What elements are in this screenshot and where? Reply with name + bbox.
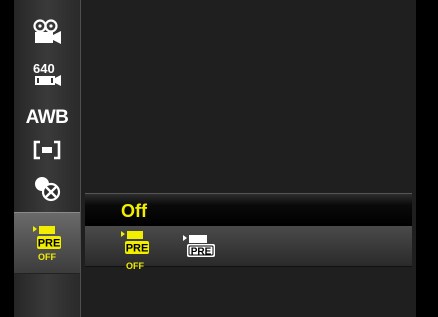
- choice-pre-record-off[interactable]: PRE OFF: [113, 230, 157, 271]
- effect-off-icon: [32, 174, 62, 202]
- sidebar-item-pre-record[interactable]: PRE OFF: [14, 212, 80, 274]
- metering-icon: [33, 140, 61, 160]
- option-choices: PRE OFF PRE: [85, 226, 412, 271]
- pre-label: PRE: [126, 243, 149, 255]
- pre-record-on-icon: PRE: [179, 234, 219, 263]
- option-title-bar: Off: [85, 193, 412, 226]
- pre-record-off-icon: PRE: [29, 224, 65, 252]
- option-title: Off: [121, 201, 147, 221]
- choice-pre-record-on[interactable]: PRE: [177, 234, 221, 274]
- pre-label: PRE: [191, 247, 212, 258]
- menu-sidebar: 640 AWB PRE OFF: [14, 0, 81, 317]
- camera-menu-screen: 640 AWB PRE OFF Off PRE OFF PRE: [0, 0, 438, 317]
- pre-record-status: OFF: [38, 252, 56, 262]
- white-balance-icon: AWB: [25, 107, 69, 128]
- sidebar-item-effect[interactable]: [14, 166, 80, 210]
- pre-record-off-icon: PRE: [117, 230, 153, 261]
- movie-camera-icon: [32, 19, 62, 45]
- sidebar-item-movie-mode[interactable]: [14, 10, 80, 54]
- choice-off-label: OFF: [126, 261, 144, 271]
- sidebar-item-resolution[interactable]: 640: [14, 52, 80, 96]
- resolution-640-icon: 640: [31, 60, 63, 88]
- pre-label: PRE: [38, 238, 61, 250]
- resolution-label: 640: [33, 61, 55, 76]
